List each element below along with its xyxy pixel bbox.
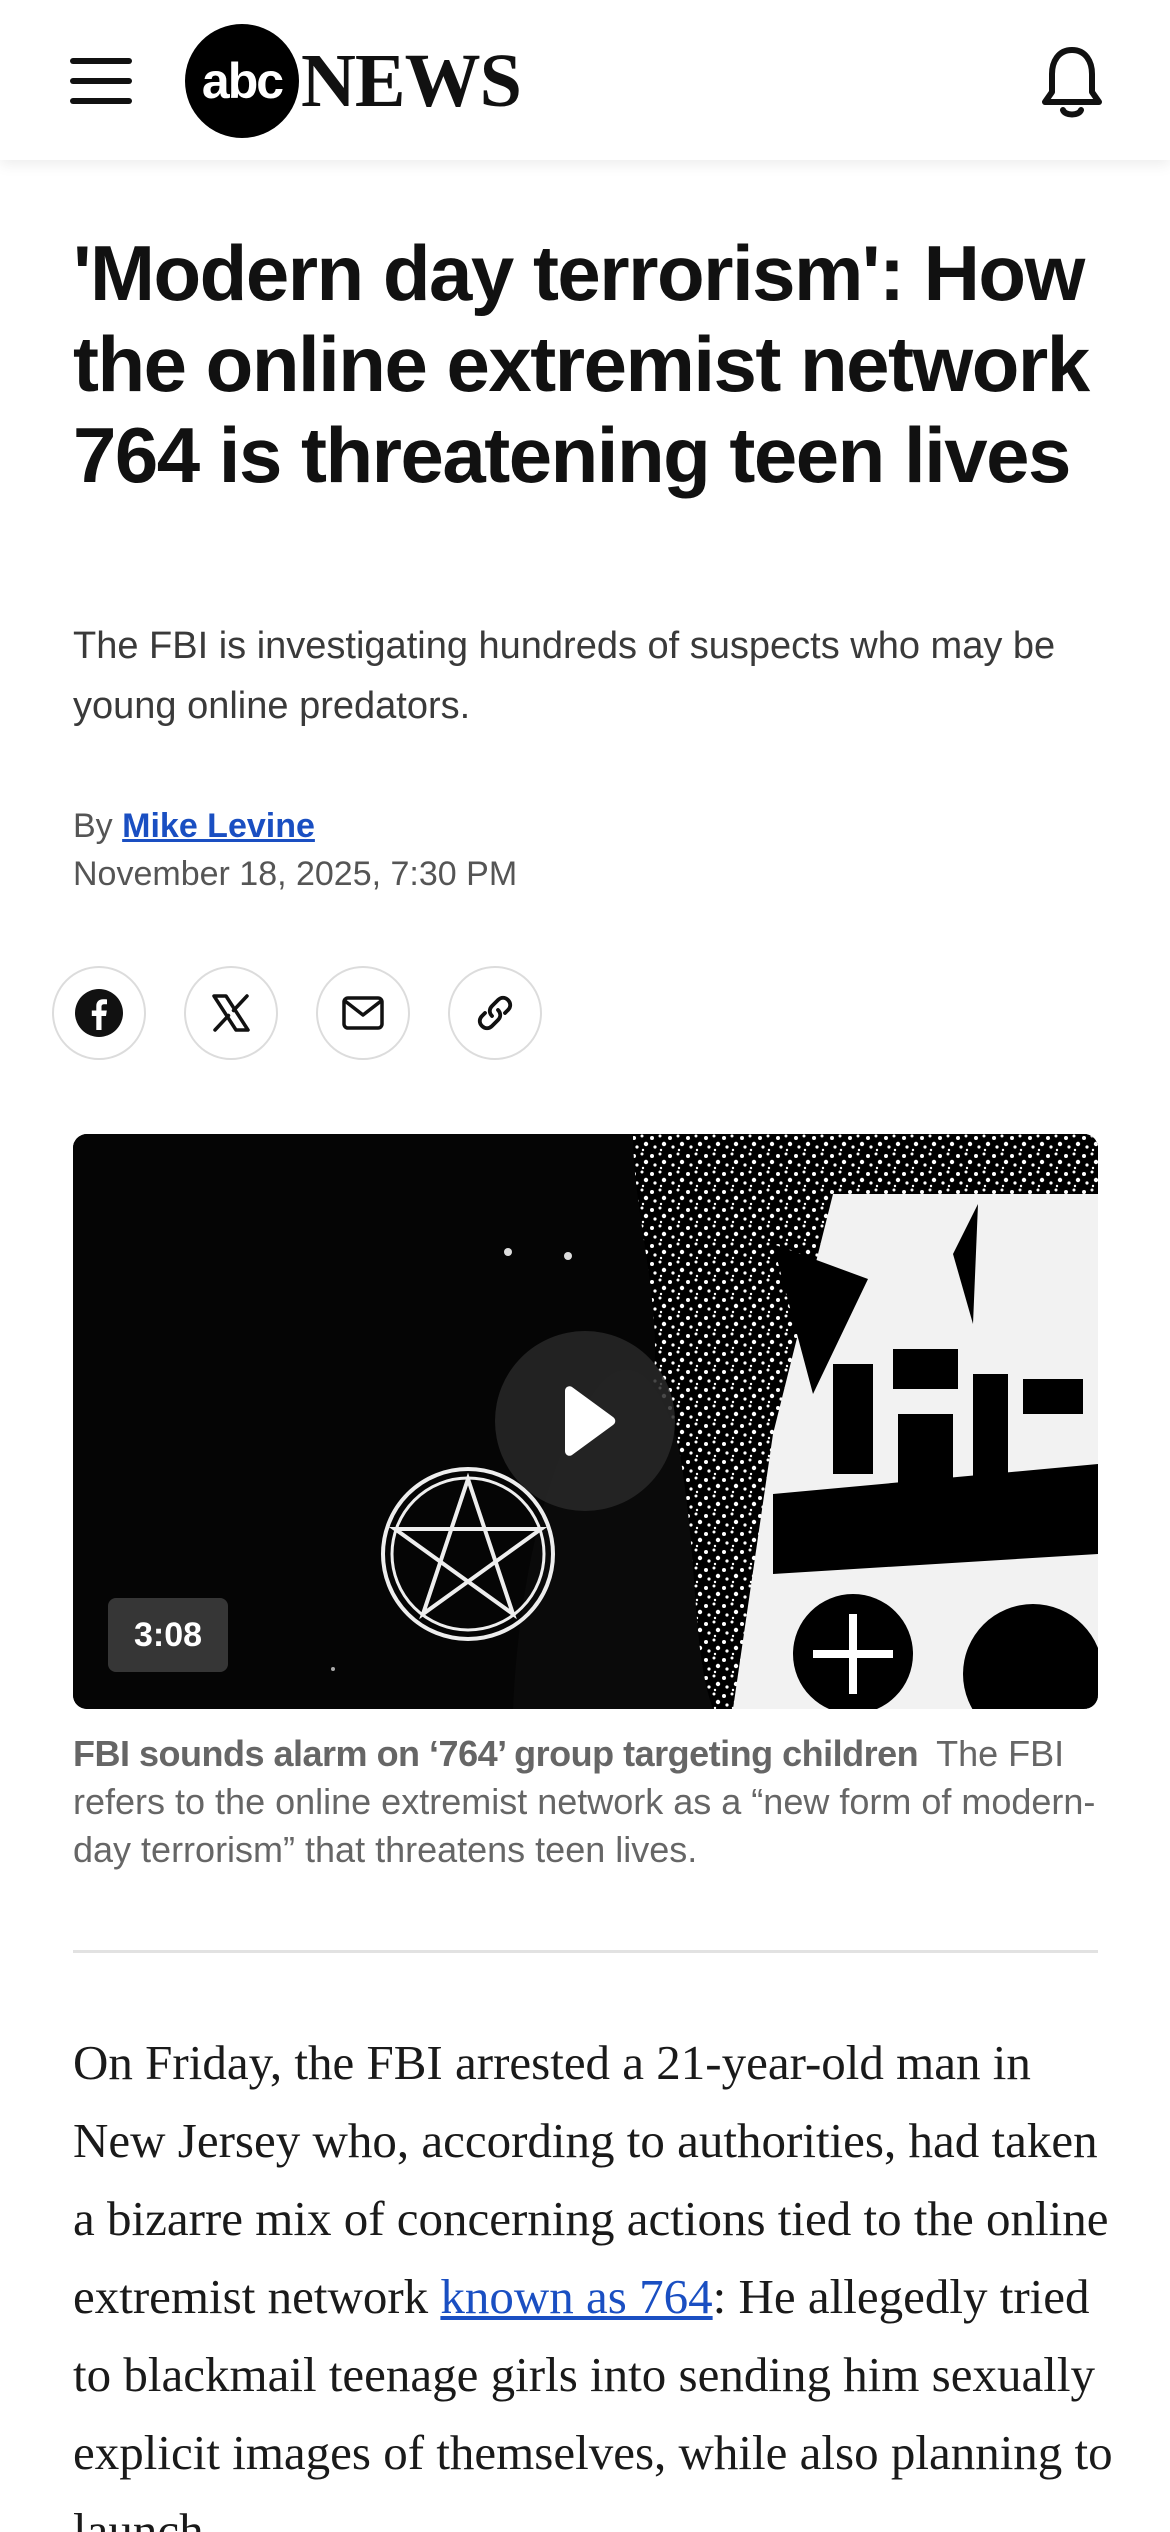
play-icon — [565, 1386, 616, 1456]
abc-news-logo[interactable]: abc NEWS — [185, 24, 522, 138]
section-divider — [73, 1950, 1098, 1953]
logo-abc-circle: abc — [185, 24, 299, 138]
link-icon — [477, 995, 513, 1031]
video-caption-title: FBI sounds alarm on ‘764’ group targetin… — [73, 1733, 919, 1774]
hamburger-menu-icon[interactable] — [70, 58, 132, 104]
logo-news-text: NEWS — [301, 39, 522, 123]
known-as-764-link[interactable]: known as 764 — [440, 2269, 712, 2324]
author-link[interactable]: Mike Levine — [122, 807, 315, 845]
copy-link-button[interactable] — [448, 966, 542, 1060]
share-email-button[interactable] — [316, 966, 410, 1060]
top-nav-bar: abc NEWS — [0, 0, 1170, 160]
byline: By Mike Levine — [73, 804, 315, 848]
mail-icon — [342, 996, 384, 1030]
publish-date: November 18, 2025, 7:30 PM — [73, 855, 518, 893]
play-button[interactable] — [495, 1331, 675, 1511]
article-headline: 'Modern day terrorism': How the online e… — [73, 229, 1090, 499]
video-player[interactable]: 3:08 — [73, 1134, 1098, 1709]
article-subhead: The FBI is investigating hundreds of sus… — [73, 625, 1056, 727]
share-facebook-button[interactable] — [52, 966, 146, 1060]
byline-prefix: By — [73, 807, 113, 845]
video-caption: FBI sounds alarm on ‘764’ group targetin… — [73, 1730, 1103, 1874]
article-body-paragraph: On Friday, the FBI arrested a 21-year-ol… — [73, 2024, 1113, 2532]
share-x-button[interactable] — [184, 966, 278, 1060]
x-icon — [212, 994, 250, 1032]
bell-icon[interactable] — [1040, 44, 1104, 120]
video-duration-badge: 3:08 — [108, 1598, 228, 1672]
facebook-icon — [75, 989, 123, 1037]
